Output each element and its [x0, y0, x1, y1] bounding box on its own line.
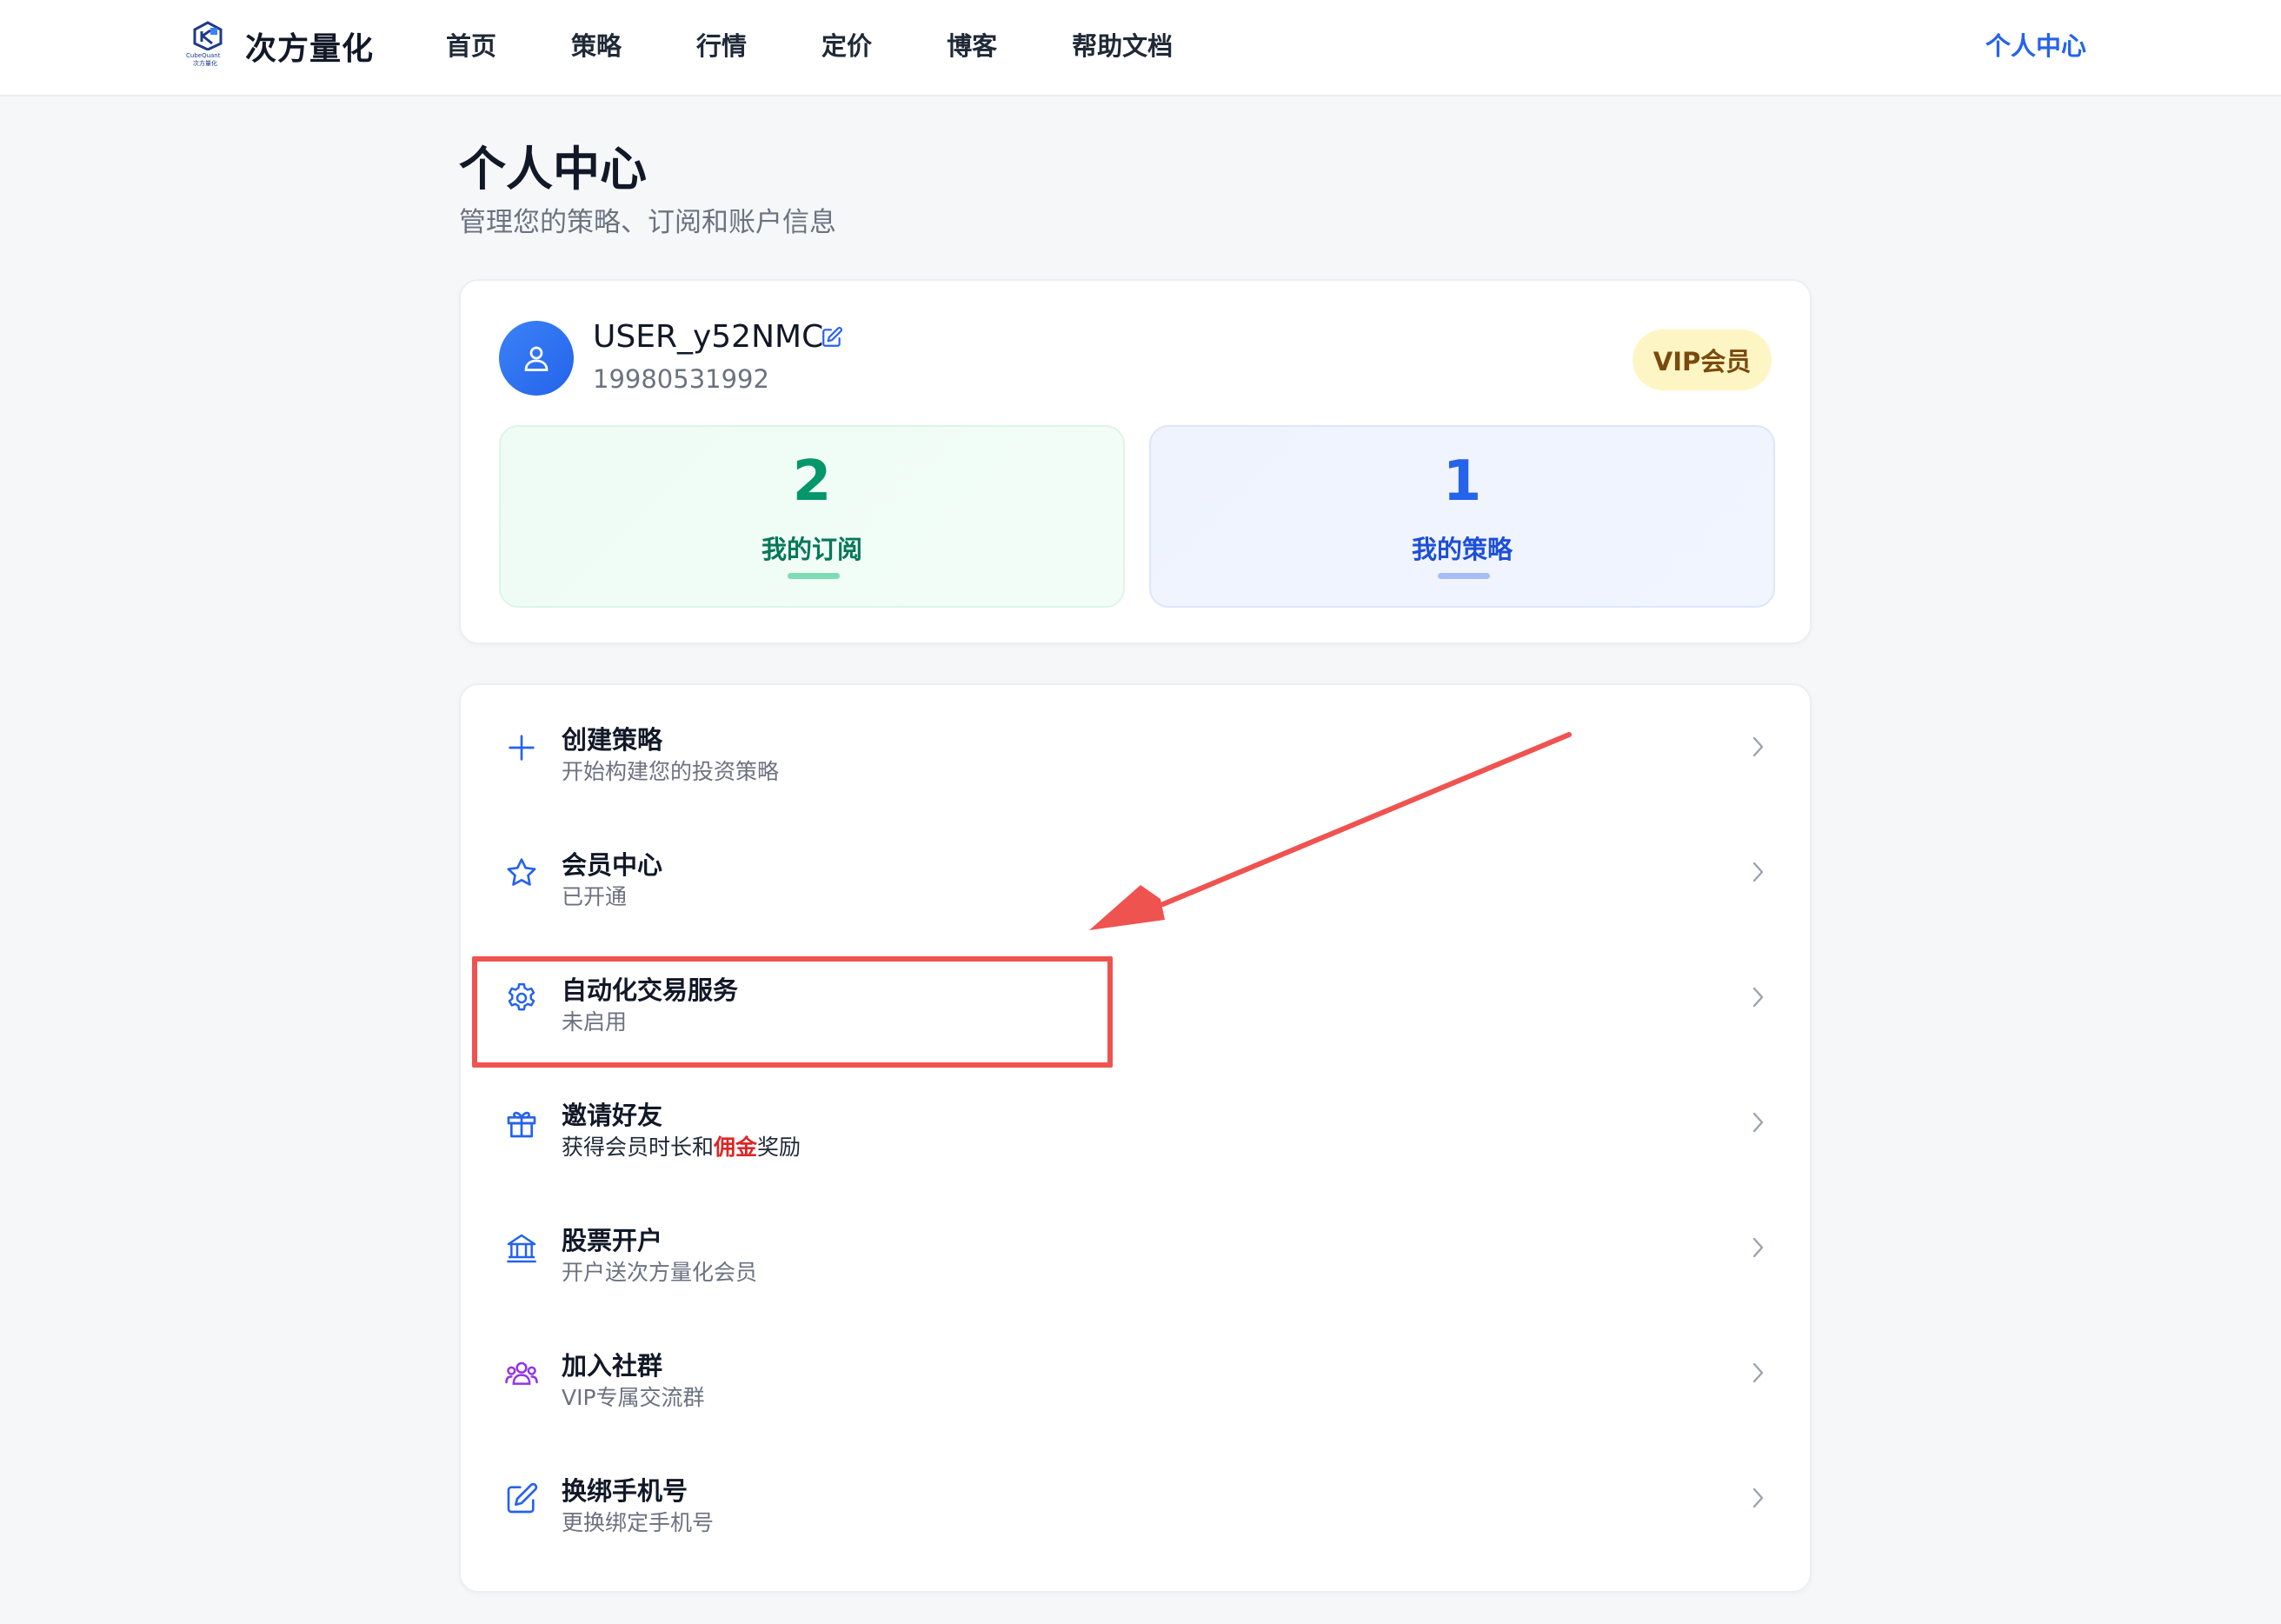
bank-icon	[507, 1234, 536, 1263]
menu-item-change-phone[interactable]: 换绑手机号 更换绑定手机号	[461, 1436, 1810, 1561]
main-nav: 首页 策略 行情 定价 博客 帮助文档	[446, 26, 1247, 63]
phone-number: 19980531992	[593, 364, 769, 394]
chevron-right-icon	[1752, 862, 1764, 882]
username: USER_y52NMC	[593, 319, 824, 355]
chevron-right-icon	[1752, 1237, 1764, 1258]
menu-desc: 获得会员时长和佣金奖励	[562, 1130, 801, 1161]
brand-name: 次方量化	[245, 31, 375, 67]
cube-logo-icon: CubeQuant 次方量化	[186, 21, 229, 71]
star-icon	[507, 858, 536, 886]
commission-highlight: 佣金	[714, 1135, 758, 1160]
nav-pricing[interactable]: 定价	[821, 26, 872, 63]
nav-strategy[interactable]: 策略	[571, 26, 622, 63]
stat-subscriptions[interactable]: 2 我的订阅	[499, 425, 1125, 608]
menu-title: 股票开户	[562, 1226, 663, 1255]
page-title: 个人中心	[459, 142, 647, 196]
subscriptions-count: 2	[792, 449, 832, 514]
menu-item-membership[interactable]: 会员中心 已开通	[461, 810, 1810, 935]
nav-docs[interactable]: 帮助文档	[1072, 26, 1173, 63]
vip-badge: VIP会员	[1633, 329, 1772, 390]
page-subtitle: 管理您的策略、订阅和账户信息	[459, 207, 836, 238]
menu-title: 创建策略	[562, 725, 663, 755]
nav-blog[interactable]: 博客	[947, 26, 997, 63]
gift-icon	[507, 1111, 536, 1138]
nav-home[interactable]: 首页	[446, 26, 496, 63]
menu-card: 创建策略 开始构建您的投资策略 会员中心 已开通 自动化交易服务 未启用 邀请好…	[459, 683, 1812, 1593]
menu-desc-post: 奖励	[757, 1135, 801, 1160]
nav-market[interactable]: 行情	[696, 26, 747, 63]
menu-desc: 更换绑定手机号	[562, 1510, 715, 1535]
annotation-highlight-box	[472, 956, 1113, 1068]
edit-username-icon[interactable]	[821, 326, 843, 349]
chevron-right-icon	[1752, 987, 1764, 1008]
menu-item-create-strategy[interactable]: 创建策略 开始构建您的投资策略	[461, 685, 1810, 810]
logo-caption-cn: 次方量化	[193, 60, 217, 67]
users-icon	[505, 1361, 538, 1385]
menu-title: 邀请好友	[562, 1101, 663, 1130]
subscriptions-label: 我的订阅	[761, 535, 862, 564]
menu-title: 加入社群	[562, 1351, 663, 1381]
menu-desc-pre: 获得会员时长和	[562, 1135, 715, 1160]
avatar	[499, 321, 574, 396]
menu-desc: VIP专属交流群	[562, 1385, 705, 1410]
profile-card: USER_y52NMC 19980531992 VIP会员 2 我的订阅 1 我…	[459, 279, 1812, 644]
menu-desc: 已开通	[562, 884, 628, 909]
stat-underline	[788, 573, 840, 579]
chevron-right-icon	[1752, 736, 1764, 757]
chevron-right-icon	[1752, 1112, 1764, 1133]
logo-caption-en: CubeQuant	[186, 52, 221, 59]
strategies-count: 1	[1442, 449, 1482, 514]
plus-icon	[509, 735, 535, 761]
menu-desc: 开始构建您的投资策略	[562, 759, 780, 784]
chevron-right-icon	[1752, 1362, 1764, 1383]
user-icon	[524, 346, 549, 371]
menu-desc: 开户送次方量化会员	[562, 1260, 758, 1285]
menu-title: 会员中心	[562, 850, 663, 880]
top-navbar: CubeQuant 次方量化 次方量化 首页 策略 行情 定价 博客 帮助文档 …	[0, 0, 2281, 97]
edit-square-icon	[507, 1482, 538, 1514]
chevron-right-icon	[1752, 1488, 1764, 1508]
strategies-label: 我的策略	[1411, 535, 1513, 564]
menu-item-stock-account[interactable]: 股票开户 开户送次方量化会员	[461, 1186, 1810, 1311]
stat-strategies[interactable]: 1 我的策略	[1149, 425, 1775, 608]
brand-logo[interactable]: CubeQuant 次方量化 次方量化	[186, 21, 374, 71]
menu-title: 换绑手机号	[562, 1476, 688, 1506]
menu-item-join-community[interactable]: 加入社群 VIP专属交流群	[461, 1311, 1810, 1436]
nav-account[interactable]: 个人中心	[1985, 26, 2086, 63]
stat-underline	[1438, 573, 1490, 579]
menu-item-invite-friends[interactable]: 邀请好友 获得会员时长和佣金奖励	[461, 1061, 1810, 1186]
